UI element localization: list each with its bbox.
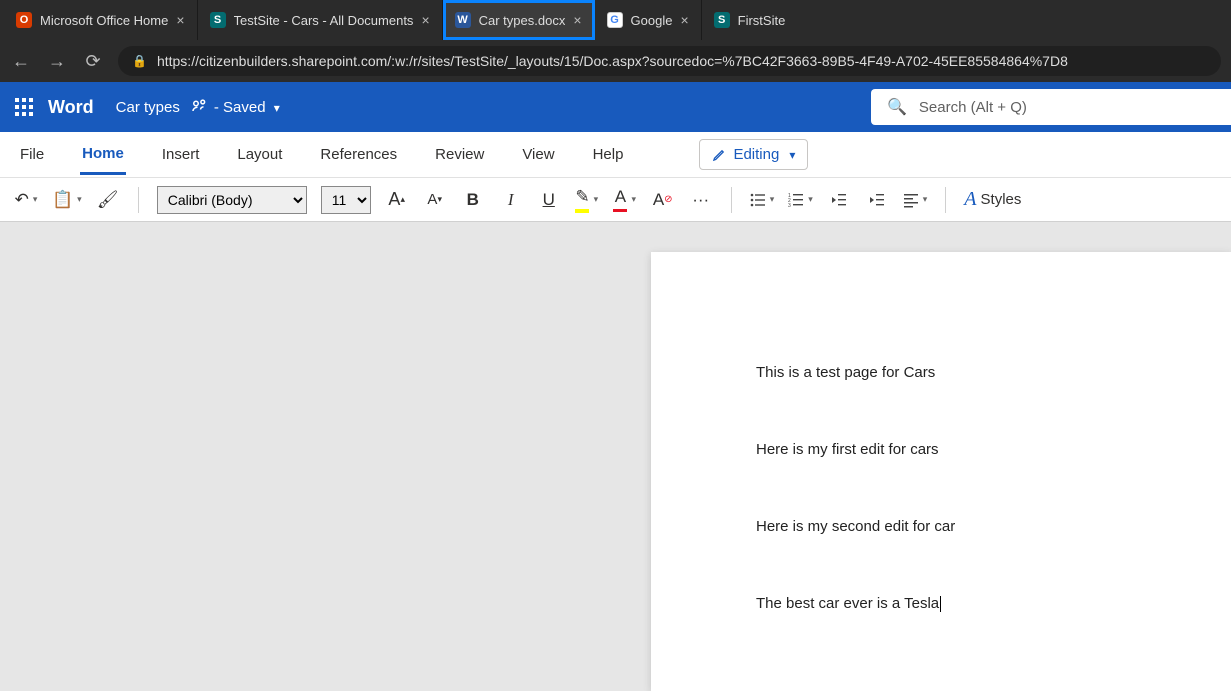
app-launcher-button[interactable] xyxy=(0,83,48,131)
align-left-icon xyxy=(903,192,919,208)
word-header: Word Car types - Saved ▾ 🔍 Search (Alt +… xyxy=(0,82,1231,132)
increase-indent-button[interactable] xyxy=(865,185,889,215)
ribbon-tab-file[interactable]: File xyxy=(18,136,46,173)
font-color-button[interactable]: A xyxy=(613,185,637,215)
browser-address-bar: ← → ⟳ 🔒 https://citizenbuilders.sharepoi… xyxy=(0,40,1231,82)
browser-tab-google[interactable]: G Google × xyxy=(595,0,702,40)
url-text: https://citizenbuilders.sharepoint.com/:… xyxy=(157,53,1068,69)
editing-mode-button[interactable]: Editing ▾ xyxy=(699,139,808,170)
italic-button[interactable]: I xyxy=(499,185,523,215)
font-name-select[interactable]: Calibri (Body) xyxy=(157,186,307,214)
ribbon-tab-review[interactable]: Review xyxy=(433,136,486,173)
bullets-button[interactable] xyxy=(750,185,775,215)
browser-tab-office[interactable]: O Microsoft Office Home × xyxy=(4,0,198,40)
svg-text:3: 3 xyxy=(788,203,791,208)
word-favicon-icon: W xyxy=(455,12,471,28)
chevron-down-icon: ▾ xyxy=(789,148,795,162)
undo-button[interactable]: ↶ xyxy=(14,185,38,215)
underline-button[interactable]: U xyxy=(537,185,561,215)
separator xyxy=(945,187,946,213)
ribbon-tabs: File Home Insert Layout References Revie… xyxy=(0,132,1231,178)
ribbon-commands: ↶ 📋 🖌 Calibri (Body) 11 A▴ A▾ B I U ✎ A … xyxy=(0,178,1231,222)
sharepoint-favicon-icon: S xyxy=(714,12,730,28)
tab-title: FirstSite xyxy=(738,13,786,28)
clear-formatting-button[interactable]: A⊘ xyxy=(651,185,675,215)
tab-title: Google xyxy=(631,13,673,28)
chevron-down-icon: ▾ xyxy=(274,101,280,115)
paragraph[interactable]: This is a test page for Cars xyxy=(756,362,1231,383)
waffle-icon xyxy=(14,97,34,117)
indent-icon xyxy=(869,192,885,208)
close-tab-icon[interactable]: × xyxy=(680,12,688,28)
tab-title: Car types.docx xyxy=(479,13,566,28)
close-tab-icon[interactable]: × xyxy=(176,12,184,28)
browser-tab-firstsite[interactable]: S FirstSite xyxy=(702,0,798,40)
close-tab-icon[interactable]: × xyxy=(573,12,581,28)
browser-tab-word-active[interactable]: W Car types.docx × xyxy=(443,0,595,40)
separator xyxy=(138,187,139,213)
numbering-button[interactable]: 123 xyxy=(788,185,813,215)
ribbon-tab-insert[interactable]: Insert xyxy=(160,136,202,173)
ribbon-tab-references[interactable]: References xyxy=(318,136,399,173)
separator xyxy=(731,187,732,213)
font-size-select[interactable]: 11 xyxy=(321,186,371,214)
forward-button[interactable]: → xyxy=(46,50,68,72)
lock-icon: 🔒 xyxy=(132,54,147,68)
app-name: Word xyxy=(48,97,94,118)
browser-tab-sharepoint[interactable]: S TestSite - Cars - All Documents × xyxy=(198,0,443,40)
bullets-icon xyxy=(750,192,766,208)
search-placeholder: Search (Alt + Q) xyxy=(919,99,1027,116)
sharepoint-favicon-icon: S xyxy=(210,12,226,28)
search-box[interactable]: 🔍 Search (Alt + Q) xyxy=(871,89,1231,125)
share-icon[interactable] xyxy=(190,96,208,119)
office-favicon-icon: O xyxy=(16,12,32,28)
tab-title: Microsoft Office Home xyxy=(40,13,168,28)
ribbon-tab-view[interactable]: View xyxy=(520,136,556,173)
paragraph[interactable]: The best car ever is a Tesla xyxy=(756,593,1231,614)
search-icon: 🔍 xyxy=(887,97,907,117)
ribbon-tab-layout[interactable]: Layout xyxy=(235,136,284,173)
more-font-button[interactable]: ··· xyxy=(689,185,713,215)
highlight-button[interactable]: ✎ xyxy=(575,185,599,215)
browser-tab-strip: O Microsoft Office Home × S TestSite - C… xyxy=(0,0,1231,40)
document-title[interactable]: Car types xyxy=(116,99,180,116)
paste-button[interactable]: 📋 xyxy=(52,185,82,215)
paragraph[interactable]: Here is my second edit for car xyxy=(756,516,1231,537)
ribbon-tab-help[interactable]: Help xyxy=(591,136,626,173)
styles-button[interactable]: AStyles xyxy=(964,185,1021,215)
format-painter-button[interactable]: 🖌 xyxy=(96,185,120,215)
tab-title: TestSite - Cars - All Documents xyxy=(234,13,414,28)
align-button[interactable] xyxy=(903,185,928,215)
pencil-icon xyxy=(712,147,727,162)
document-page[interactable]: This is a test page for Cars Here is my … xyxy=(651,252,1231,691)
document-canvas[interactable]: This is a test page for Cars Here is my … xyxy=(0,222,1231,691)
grow-font-button[interactable]: A▴ xyxy=(385,185,409,215)
shrink-font-button[interactable]: A▾ xyxy=(423,185,447,215)
decrease-indent-button[interactable] xyxy=(827,185,851,215)
ribbon-tab-home[interactable]: Home xyxy=(80,135,126,175)
save-state[interactable]: - Saved ▾ xyxy=(214,99,280,116)
back-button[interactable]: ← xyxy=(10,50,32,72)
url-field[interactable]: 🔒 https://citizenbuilders.sharepoint.com… xyxy=(118,46,1221,76)
close-tab-icon[interactable]: × xyxy=(421,12,429,28)
reload-button[interactable]: ⟳ xyxy=(82,50,104,72)
paragraph[interactable]: Here is my first edit for cars xyxy=(756,439,1231,460)
numbering-icon: 123 xyxy=(788,192,804,208)
bold-button[interactable]: B xyxy=(461,185,485,215)
outdent-icon xyxy=(831,192,847,208)
google-favicon-icon: G xyxy=(607,12,623,28)
